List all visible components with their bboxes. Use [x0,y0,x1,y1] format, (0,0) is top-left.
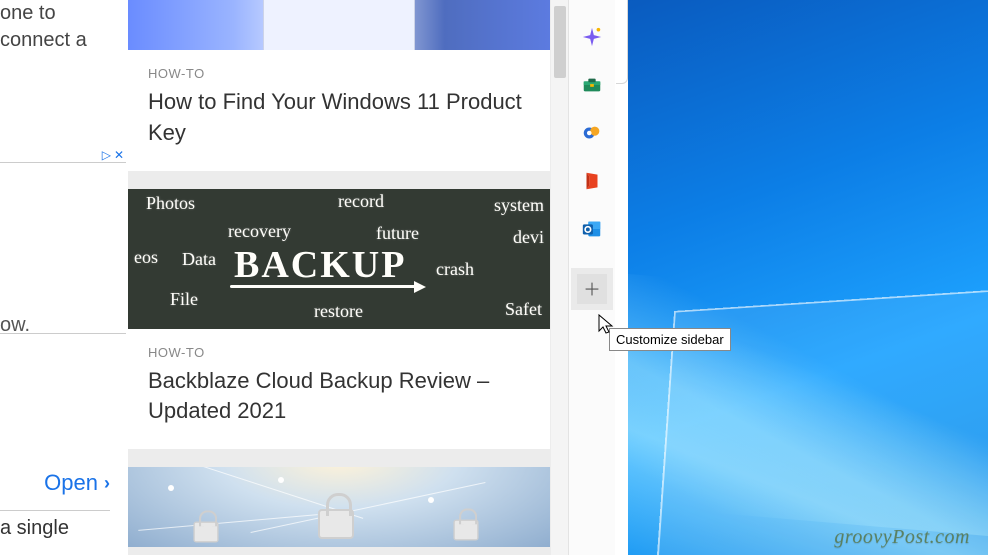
article-category: HOW-TO [148,66,530,81]
article-thumbnail: Photos record system recovery future dev… [128,189,550,329]
tooltip: Customize sidebar [609,328,731,351]
article-title[interactable]: Backblaze Cloud Backup Review – Updated … [148,366,530,428]
plus-icon [583,280,601,298]
edge-sidebar [568,0,615,555]
scrollbar[interactable] [550,0,568,555]
desktop-wallpaper [628,0,988,555]
watermark-text: groovyPost.com [834,526,970,549]
adchoices-icon[interactable]: ▷ [102,148,111,162]
ad-open-label: Open [44,470,98,496]
ad-column: one to connect a ▷ ✕ ow. Open › a single [0,0,128,555]
office-icon[interactable] [577,166,607,196]
article-category: HOW-TO [148,345,530,360]
article-title[interactable]: How to Find Your Windows 11 Product Key [148,87,530,149]
browser-window: one to connect a ▷ ✕ ow. Open › a single… [0,0,628,555]
discover-icon[interactable] [577,22,607,52]
chevron-right-icon: › [104,473,110,494]
article-thumbnail [128,0,550,50]
ad-choices-controls[interactable]: ▷ ✕ [102,148,124,162]
tools-icon[interactable] [577,70,607,100]
page-content: one to connect a ▷ ✕ ow. Open › a single… [0,0,550,555]
ad-open-button[interactable]: Open › [44,470,110,496]
ad-text-fragment-3: a single [0,510,110,540]
close-ad-icon[interactable]: ✕ [114,148,124,162]
outlook-icon[interactable] [577,214,607,244]
ad-text-fragment-1: one to connect a [0,0,110,54]
games-icon[interactable] [577,118,607,148]
scrollbar-thumb[interactable] [554,6,566,78]
article-card[interactable]: HOW-TO How to Find Your Windows 11 Produ… [128,0,550,171]
window-edge [616,0,628,84]
article-list: HOW-TO How to Find Your Windows 11 Produ… [128,0,550,555]
article-thumbnail [128,467,550,547]
customize-sidebar-button[interactable] [571,268,613,310]
article-card[interactable] [128,467,550,547]
article-card[interactable]: Photos record system recovery future dev… [128,189,550,450]
